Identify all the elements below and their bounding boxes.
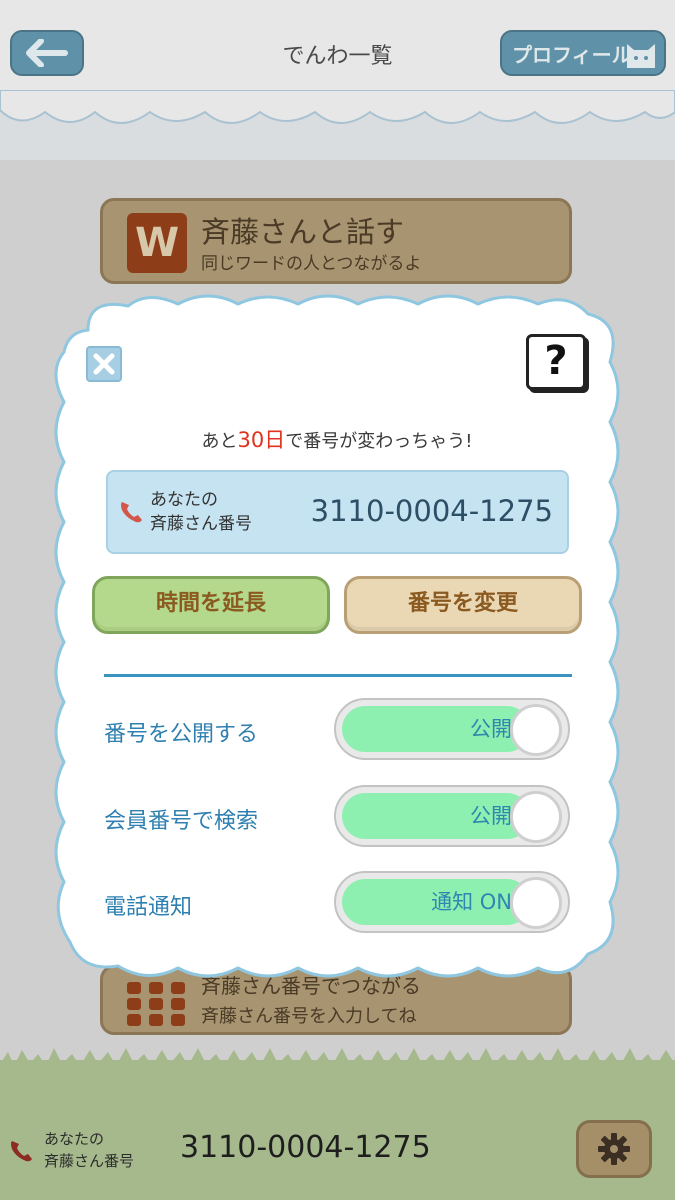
toggle-knob[interactable] [510, 791, 562, 843]
my-number-box: あなたの 斉藤さん番号 3110-0004-1275 [106, 470, 569, 554]
footer-label-line2: 斉藤さん番号 [44, 1152, 135, 1170]
toggle-publish-number[interactable]: 公開 [334, 698, 570, 760]
profile-button[interactable]: プロフィール [500, 30, 666, 76]
talk-card[interactable]: W 斉藤さんと話す 同じワードの人とつながるよ [100, 198, 572, 284]
cloud-divider [0, 90, 675, 124]
phone-icon [121, 502, 142, 523]
help-button[interactable]: ? [526, 334, 586, 390]
toggle-call-notification[interactable]: 通知 ON [334, 871, 570, 933]
divider [104, 674, 572, 677]
notice-prefix: あと [201, 431, 238, 452]
footer-number: 3110-0004-1275 [180, 1130, 431, 1165]
talk-card-subtitle: 同じワードの人とつながるよ [201, 254, 422, 274]
cat-icon [627, 44, 655, 68]
toggle-value: 通知 ON [431, 890, 512, 914]
my-number-label-line1: あなたの [150, 490, 218, 510]
extend-time-button[interactable]: 時間を延長 [92, 576, 330, 634]
close-icon [93, 353, 115, 375]
setting-label-call-notification: 電話通知 [104, 895, 193, 920]
toggle-knob[interactable] [510, 877, 562, 929]
toggle-value: 公開 [470, 804, 512, 828]
my-number-label-line2: 斉藤さん番号 [150, 514, 252, 534]
setting-label-publish-number: 番号を公開する [104, 722, 259, 747]
keypad-icon [127, 982, 185, 1026]
setting-label-member-search: 会員番号で検索 [104, 809, 259, 834]
number-dialog: ? あと30日で番号が変わっちゃう! あなたの 斉藤さん番号 3110-0004… [48, 292, 626, 982]
expiry-notice: あと30日で番号が変わっちゃう! [48, 424, 626, 454]
profile-button-label: プロフィール [512, 42, 632, 67]
toggle-knob[interactable] [510, 704, 562, 756]
talk-card-title: 斉藤さんと話す [201, 215, 405, 249]
footer-label-line1: あなたの [44, 1130, 105, 1148]
settings-button[interactable] [576, 1120, 652, 1178]
my-number-label: あなたの 斉藤さん番号 [150, 488, 252, 536]
notice-suffix: で番号が変わっちゃう! [285, 431, 473, 452]
toggle-value: 公開 [470, 717, 512, 741]
notice-days: 30日 [237, 428, 286, 452]
phone-icon [11, 1141, 32, 1162]
close-button[interactable] [86, 346, 122, 382]
dial-card-subtitle: 斉藤さん番号を入力してね [201, 1006, 417, 1027]
change-number-button[interactable]: 番号を変更 [344, 576, 582, 634]
toggle-member-search[interactable]: 公開 [334, 785, 570, 847]
gear-icon [598, 1133, 630, 1165]
my-number-value: 3110-0004-1275 [310, 494, 553, 528]
word-badge: W [127, 213, 187, 273]
footer-number-label: あなたの 斉藤さん番号 [44, 1128, 134, 1172]
grass-edge [0, 1048, 675, 1076]
